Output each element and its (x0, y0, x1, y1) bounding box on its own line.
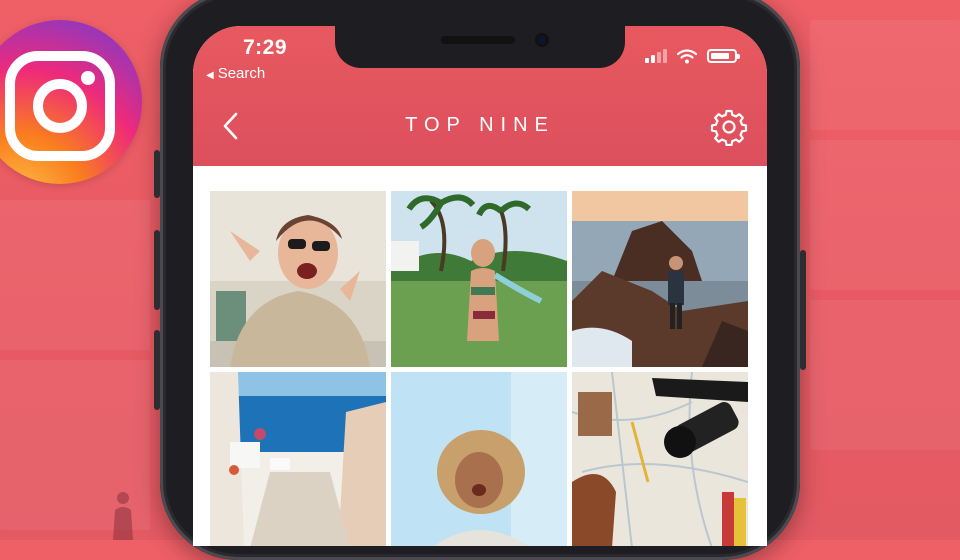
battery-level-fill (711, 53, 729, 59)
back-to-app-link[interactable]: ◀ Search (206, 65, 265, 82)
back-app-label: Search (217, 65, 266, 82)
status-time: 7:29 (243, 36, 288, 59)
phone-notch (335, 26, 625, 68)
top-nine-grid (210, 191, 748, 546)
phone-screen: 7:29 ◀ Search TOP NINE (193, 26, 767, 546)
photo-map-camera-flatlay[interactable] (572, 372, 748, 546)
photo-curly-hair-woman[interactable] (391, 372, 567, 546)
photo-hiker-coast-rocks[interactable] (572, 191, 748, 367)
front-camera (535, 33, 549, 47)
wifi-icon (677, 48, 697, 63)
power-button (800, 250, 806, 370)
photo-woman-sunglasses[interactable] (210, 191, 386, 367)
battery-icon (707, 49, 740, 63)
volume-down-button (154, 330, 160, 410)
back-triangle-icon: ◀ (206, 70, 214, 81)
status-icons (645, 46, 740, 66)
photo-woman-bikini-palms[interactable] (391, 191, 567, 367)
page-title: TOP NINE (405, 114, 555, 136)
photo-santorini-street[interactable] (210, 372, 386, 546)
volume-button (154, 150, 160, 198)
cellular-signal-icon (645, 49, 667, 63)
gear-icon[interactable] (710, 108, 748, 146)
speaker-grille (441, 36, 515, 44)
background-person-silhouette (113, 492, 133, 540)
volume-up-button (154, 230, 160, 310)
